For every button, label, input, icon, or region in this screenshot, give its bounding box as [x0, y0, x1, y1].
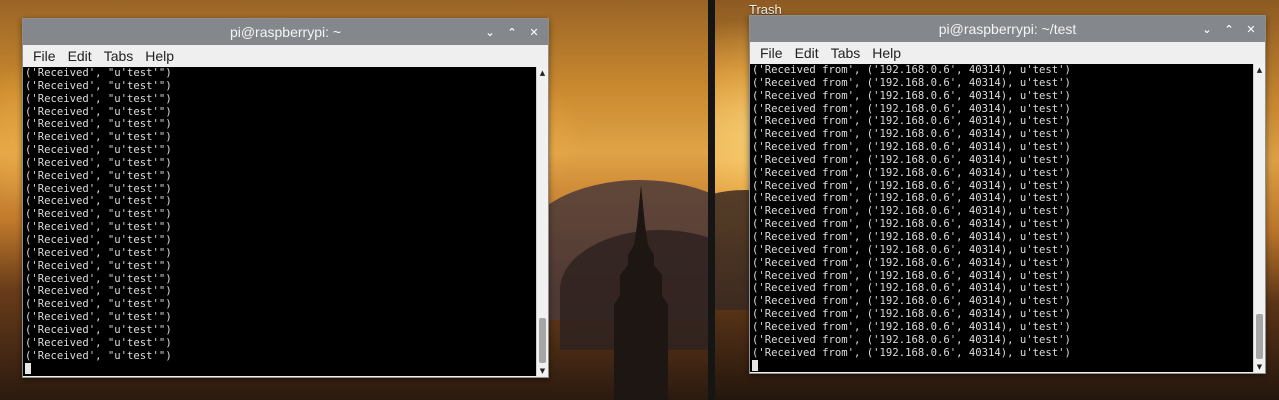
terminal-line: ('Received', "u'test'") — [25, 221, 172, 234]
terminal-line: ('Received', "u'test'") — [25, 259, 172, 272]
terminal-lines: ('Received from', ('192.168.0.6', 40314)… — [752, 64, 1252, 372]
window-title: pi@raspberrypi: ~/test — [938, 21, 1077, 37]
terminal-line: ('Received', "u'test'") — [25, 182, 172, 195]
terminal-line: ('Received', "u'test'") — [25, 169, 172, 182]
text-cursor — [752, 359, 758, 371]
terminal-line: ('Received', "u'test'") — [25, 92, 172, 105]
terminal-line: ('Received', "u'test'") — [25, 272, 172, 285]
terminal-line: ('Received from', ('192.168.0.6', 40314)… — [752, 333, 1071, 346]
window-titlebar[interactable]: pi@raspberrypi: ~/test ⌄ ⌃ ✕ — [750, 16, 1265, 42]
terminal-line: ('Received from', ('192.168.0.6', 40314)… — [752, 192, 1071, 205]
menu-bar: File Edit Tabs Help — [750, 42, 1265, 64]
terminal-prompt-line[interactable] — [752, 359, 1252, 372]
maximize-icon[interactable]: ⌃ — [504, 24, 520, 40]
terminal-line: ('Received from', ('192.168.0.6', 40314)… — [752, 230, 1071, 243]
terminal-output[interactable]: ('Received from', ('192.168.0.6', 40314)… — [750, 64, 1265, 372]
menu-file[interactable]: File — [27, 48, 62, 64]
terminal-line: ('Received from', ('192.168.0.6', 40314)… — [752, 205, 1071, 218]
terminal-line: ('Received from', ('192.168.0.6', 40314)… — [752, 282, 1071, 295]
scroll-up-icon[interactable]: ▲ — [537, 67, 548, 78]
menu-edit[interactable]: Edit — [789, 45, 825, 61]
window-titlebar[interactable]: pi@raspberrypi: ~ ⌄ ⌃ ✕ — [23, 19, 548, 45]
minimize-icon[interactable]: ⌄ — [482, 24, 498, 40]
terminal-line: ('Received from', ('192.168.0.6', 40314)… — [752, 128, 1071, 141]
terminal-line: ('Received from', ('192.168.0.6', 40314)… — [752, 295, 1071, 308]
terminal-line: ('Received', "u'test'") — [25, 285, 172, 298]
terminal-prompt-line[interactable] — [25, 362, 535, 375]
temple-silhouette — [614, 185, 668, 400]
scroll-down-icon[interactable]: ▼ — [537, 365, 548, 376]
text-cursor — [25, 362, 31, 374]
terminal-line: ('Received from', ('192.168.0.6', 40314)… — [752, 166, 1071, 179]
minimize-icon[interactable]: ⌄ — [1199, 21, 1215, 37]
terminal-line: ('Received from', ('192.168.0.6', 40314)… — [752, 243, 1071, 256]
terminal-line: ('Received', "u'test'") — [25, 208, 172, 221]
menu-tabs[interactable]: Tabs — [98, 48, 140, 64]
terminal-line: ('Received from', ('192.168.0.6', 40314)… — [752, 141, 1071, 154]
menu-bar: File Edit Tabs Help — [23, 45, 548, 67]
terminal-line: ('Received', "u'test'") — [25, 349, 172, 362]
terminal-line: ('Received', "u'test'") — [25, 144, 172, 157]
terminal-line: ('Received', "u'test'") — [25, 323, 172, 336]
terminal-line: ('Received from', ('192.168.0.6', 40314)… — [752, 89, 1071, 102]
scroll-down-icon[interactable]: ▼ — [1254, 361, 1265, 372]
menu-help[interactable]: Help — [139, 48, 180, 64]
terminal-line: ('Received from', ('192.168.0.6', 40314)… — [752, 218, 1071, 231]
window-title: pi@raspberrypi: ~ — [229, 24, 342, 40]
terminal-line: ('Received', "u'test'") — [25, 67, 172, 79]
terminal-line: ('Received from', ('192.168.0.6', 40314)… — [752, 308, 1071, 321]
monitor-divider — [708, 0, 715, 400]
left-desktop: pi@raspberrypi: ~ ⌄ ⌃ ✕ File Edit Tabs H… — [0, 0, 708, 400]
menu-tabs[interactable]: Tabs — [825, 45, 867, 61]
terminal-lines: ('Received', "u'test'") ('Received', "u't… — [25, 67, 535, 376]
scroll-thumb[interactable] — [1256, 314, 1263, 359]
terminal-line: ('Received', "u'test'") — [25, 131, 172, 144]
menu-edit[interactable]: Edit — [62, 48, 98, 64]
terminal-window[interactable]: pi@raspberrypi: ~ ⌄ ⌃ ✕ File Edit Tabs H… — [22, 18, 549, 378]
terminal-line: ('Received from', ('192.168.0.6', 40314)… — [752, 64, 1071, 76]
terminal-window[interactable]: pi@raspberrypi: ~/test ⌄ ⌃ ✕ File Edit T… — [749, 15, 1266, 374]
close-icon[interactable]: ✕ — [526, 24, 542, 40]
scroll-thumb[interactable] — [539, 318, 546, 363]
terminal-line: ('Received from', ('192.168.0.6', 40314)… — [752, 346, 1071, 359]
terminal-line: ('Received', "u'test'") — [25, 246, 172, 259]
terminal-line: ('Received from', ('192.168.0.6', 40314)… — [752, 320, 1071, 333]
terminal-line: ('Received from', ('192.168.0.6', 40314)… — [752, 256, 1071, 269]
scroll-up-icon[interactable]: ▲ — [1254, 64, 1265, 75]
terminal-line: ('Received', "u'test'") — [25, 105, 172, 118]
terminal-line: ('Received from', ('192.168.0.6', 40314)… — [752, 115, 1071, 128]
terminal-line: ('Received', "u'test'") — [25, 298, 172, 311]
vertical-scrollbar[interactable]: ▲ ▼ — [536, 67, 548, 376]
right-desktop: Trash pi@raspberrypi: ~/test ⌄ ⌃ ✕ File … — [715, 0, 1279, 400]
terminal-line: ('Received from', ('192.168.0.6', 40314)… — [752, 76, 1071, 89]
terminal-line: ('Received', "u'test'") — [25, 118, 172, 131]
terminal-line: ('Received from', ('192.168.0.6', 40314)… — [752, 102, 1071, 115]
terminal-line: ('Received from', ('192.168.0.6', 40314)… — [752, 153, 1071, 166]
terminal-line: ('Received', "u'test'") — [25, 336, 172, 349]
terminal-line: ('Received', "u'test'") — [25, 156, 172, 169]
terminal-line: ('Received', "u'test'") — [25, 79, 172, 92]
maximize-icon[interactable]: ⌃ — [1221, 21, 1237, 37]
close-icon[interactable]: ✕ — [1243, 21, 1259, 37]
menu-help[interactable]: Help — [866, 45, 907, 61]
vertical-scrollbar[interactable]: ▲ ▼ — [1253, 64, 1265, 372]
terminal-line: ('Received', "u'test'") — [25, 233, 172, 246]
terminal-line: ('Received from', ('192.168.0.6', 40314)… — [752, 179, 1071, 192]
menu-file[interactable]: File — [754, 45, 789, 61]
terminal-line: ('Received from', ('192.168.0.6', 40314)… — [752, 269, 1071, 282]
terminal-line: ('Received', "u'test'") — [25, 195, 172, 208]
terminal-line: ('Received', "u'test'") — [25, 311, 172, 324]
terminal-output[interactable]: ('Received', "u'test'") ('Received', "u't… — [23, 67, 548, 376]
